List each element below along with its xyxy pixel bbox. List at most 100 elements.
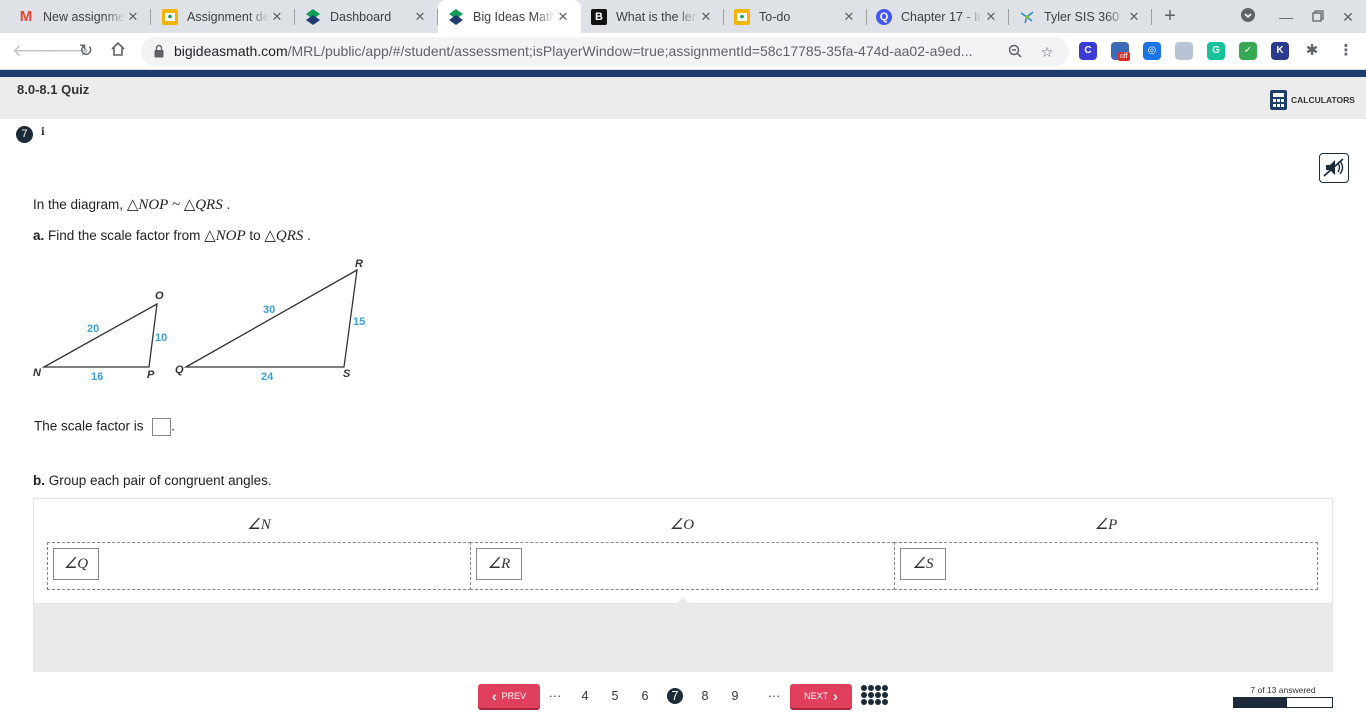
question-number-badge: 7 [16,126,33,143]
side-qs-label: 24 [261,371,274,383]
scale-factor-line: The scale factor is . [34,418,175,436]
puzzle-extension-icon[interactable] [1175,42,1193,60]
audio-mute-button[interactable] [1319,153,1349,183]
chevron-left-icon: ‹ [491,688,497,704]
close-tab-icon[interactable]: ✕ [841,9,857,25]
back-arrow-icon[interactable]: 🡐 [12,41,58,61]
page-4[interactable]: 4 [577,688,593,704]
triangle-nop [41,302,158,368]
quiz-header: 8.0-8.1 Quiz CALCULATORS [0,77,1366,119]
vertex-o: O [155,290,164,302]
browser-tab[interactable]: Dashboard ✕ [295,0,438,33]
bookmark-star-icon[interactable]: ☆ [1039,44,1055,60]
browser-tab[interactable]: To-do ✕ [724,0,867,33]
close-tab-icon[interactable]: ✕ [555,9,571,25]
angle-chip-s[interactable]: ∠S [900,548,946,580]
close-window-icon[interactable]: ✕ [1338,7,1358,27]
forward-arrow-icon[interactable]: 🡒 [44,41,90,61]
similar-triangles-diagram: N O P Q R S 20 10 16 30 15 24 [33,258,365,383]
browser-tab[interactable]: Big Ideas Math ✕ [438,0,581,33]
progress-bar [1233,697,1333,708]
tab-separator [1151,9,1152,25]
minimize-window-icon[interactable]: — [1276,7,1296,27]
vertex-p: P [147,369,155,381]
dropzone-n[interactable]: ∠Q [47,542,471,590]
calculator-icon [1270,90,1287,110]
close-tab-icon[interactable]: ✕ [698,9,714,25]
check-extension-icon[interactable]: ✓ [1239,42,1257,60]
dropzone-o[interactable]: ∠R [470,542,895,590]
browser-tab[interactable]: M New assignment✕ [8,0,151,33]
close-tab-icon[interactable]: ✕ [412,9,428,25]
pagination-ellipsis-right[interactable]: ··· [766,688,782,704]
page-8[interactable]: 8 [697,688,713,704]
home-icon[interactable] [108,41,128,61]
column-header-n: ∠N [247,517,271,533]
next-button[interactable]: NEXT › [790,684,852,708]
zoom-icon[interactable] [1007,44,1023,60]
close-tab-icon[interactable]: ✕ [125,9,141,25]
page-6[interactable]: 6 [637,688,653,704]
page-9[interactable]: 9 [727,688,743,704]
url-text: bigideasmath.com/MRL/public/app/#/studen… [174,43,973,59]
app-nav-bar [0,70,1366,77]
answer-bank-tray[interactable] [33,604,1333,672]
extensions-puzzle-icon[interactable]: ✱ [1303,42,1321,60]
chevron-right-icon: › [833,688,838,704]
quizlet-icon: Q [876,8,892,25]
side-qr-label: 30 [263,304,275,316]
tyler-icon [1019,9,1035,25]
column-header-o: ∠O [669,517,695,533]
page-7[interactable]: 7 [667,688,683,704]
lock-icon [154,44,164,58]
page-5[interactable]: 5 [607,688,623,704]
chrome-menu-icon[interactable]: ⋮ [1337,42,1355,60]
calculators-button[interactable]: CALCULATORS [1270,90,1355,110]
pagination-ellipsis-left[interactable]: ··· [547,688,563,704]
new-tab-button[interactable]: + [1160,6,1180,26]
address-bar[interactable]: bigideasmath.com/MRL/public/app/#/studen… [141,37,1069,66]
question-grid-icon[interactable] [861,685,888,711]
info-icon[interactable]: i [41,127,45,138]
off-extension-icon[interactable]: off [1111,42,1130,61]
side-np-label: 16 [91,371,103,383]
tab-title: Chapter 17 - Ir [901,9,982,24]
angle-chip-r[interactable]: ∠R [476,548,522,580]
scale-factor-input[interactable] [152,418,172,436]
tab-title: What is the length [616,9,698,24]
side-no-label: 20 [87,323,99,335]
vertex-r: R [355,258,363,270]
browser-tab[interactable]: B What is the length✕ [581,0,724,33]
shield-extension-icon[interactable]: ◎ [1143,42,1161,60]
c-extension-icon[interactable]: C [1079,42,1097,60]
browser-tab[interactable]: Assignment details✕ [152,0,295,33]
triangle-qrs [183,268,358,368]
reload-icon[interactable]: ↻ [76,41,96,61]
part-b-prompt: b. Group each pair of congruent angles. [33,473,272,488]
tab-title: To-do [759,9,791,24]
grammarly-icon[interactable]: G [1207,42,1225,60]
close-tab-icon[interactable]: ✕ [1126,9,1142,25]
extension-badge: off [1118,52,1130,61]
tab-title: Big Ideas Math [473,9,555,24]
tab-separator [150,9,151,25]
part-a-prompt: a. Find the scale factor from △NOP to △Q… [33,228,311,244]
tab-search-icon[interactable] [1238,7,1258,27]
restore-window-icon[interactable] [1308,7,1328,27]
close-tab-icon[interactable]: ✕ [269,9,285,25]
angle-chip-q[interactable]: ∠Q [53,548,99,580]
browser-tab[interactable]: Tyler SIS 360 ✕ [1009,0,1152,33]
k-extension-icon[interactable]: K [1271,42,1289,60]
question-intro: In the diagram, △NOP ~ △QRS . [33,197,231,213]
side-op-label: 10 [155,332,167,344]
tab-title: New assignment [43,9,125,24]
dropzone-p[interactable]: ∠S [894,542,1318,590]
side-rs-label: 15 [353,316,365,328]
speaker-muted-icon [1323,158,1344,177]
close-tab-icon[interactable]: ✕ [983,9,999,25]
prev-button[interactable]: ‹ PREV [478,684,540,708]
browser-tab[interactable]: Q Chapter 17 - Ir ✕ [866,0,1009,33]
quiz-title: 8.0-8.1 Quiz [17,82,90,97]
bigideas-icon [448,8,464,25]
calculators-label: CALCULATORS [1291,95,1355,105]
